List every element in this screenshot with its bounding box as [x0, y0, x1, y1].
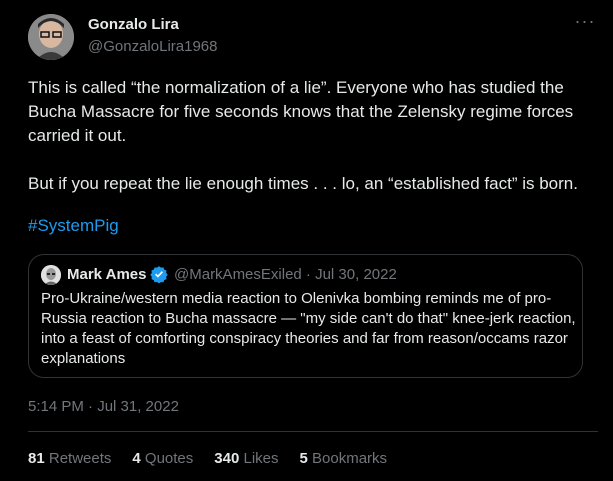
quotes-label: Quotes: [144, 450, 194, 467]
retweets-label: Retweets: [48, 450, 112, 467]
tweet-paragraph: This is called “the normalization of a l…: [28, 78, 574, 145]
bookmarks-stat[interactable]: 5 Bookmarks: [300, 450, 388, 467]
retweets-stat[interactable]: 81 Retweets: [28, 450, 111, 467]
author-handle[interactable]: @GonzaloLira1968: [88, 38, 217, 55]
more-options-icon[interactable]: ···: [574, 12, 596, 34]
tweet-timestamp[interactable]: 5:14 PM · Jul 31, 2022: [28, 398, 179, 415]
quoted-author-avatar: [41, 265, 61, 285]
quoted-author-handle: @MarkAmesExiled · Jul 30, 2022: [174, 266, 397, 283]
quoted-author-name: Mark Ames: [67, 266, 147, 283]
tweet-paragraph: But if you repeat the lie enough times .…: [28, 174, 578, 193]
divider: [28, 431, 598, 432]
verified-badge-icon: [150, 266, 168, 283]
likes-count: 340: [214, 450, 240, 467]
quoted-tweet-text: Pro-Ukraine/western media reaction to Ol…: [41, 290, 576, 367]
quoted-tweet[interactable]: Mark Ames @MarkAmesExiled · Jul 30, 2022…: [28, 254, 583, 378]
hashtag-link[interactable]: #SystemPig: [28, 216, 119, 236]
author-name[interactable]: Gonzalo Lira: [88, 16, 179, 33]
retweets-count: 81: [28, 450, 45, 467]
quotes-count: 4: [132, 450, 141, 467]
likes-stat[interactable]: 340 Likes: [214, 450, 278, 467]
bookmarks-count: 5: [299, 450, 308, 467]
engagement-stats: 81 Retweets 4 Quotes 340 Likes 5 Bookmar…: [28, 450, 387, 467]
likes-label: Likes: [243, 450, 279, 467]
quotes-stat[interactable]: 4 Quotes: [132, 450, 193, 467]
author-avatar[interactable]: [28, 14, 74, 60]
tweet-text: This is called “the normalization of a l…: [28, 76, 598, 196]
bookmarks-label: Bookmarks: [312, 450, 388, 467]
